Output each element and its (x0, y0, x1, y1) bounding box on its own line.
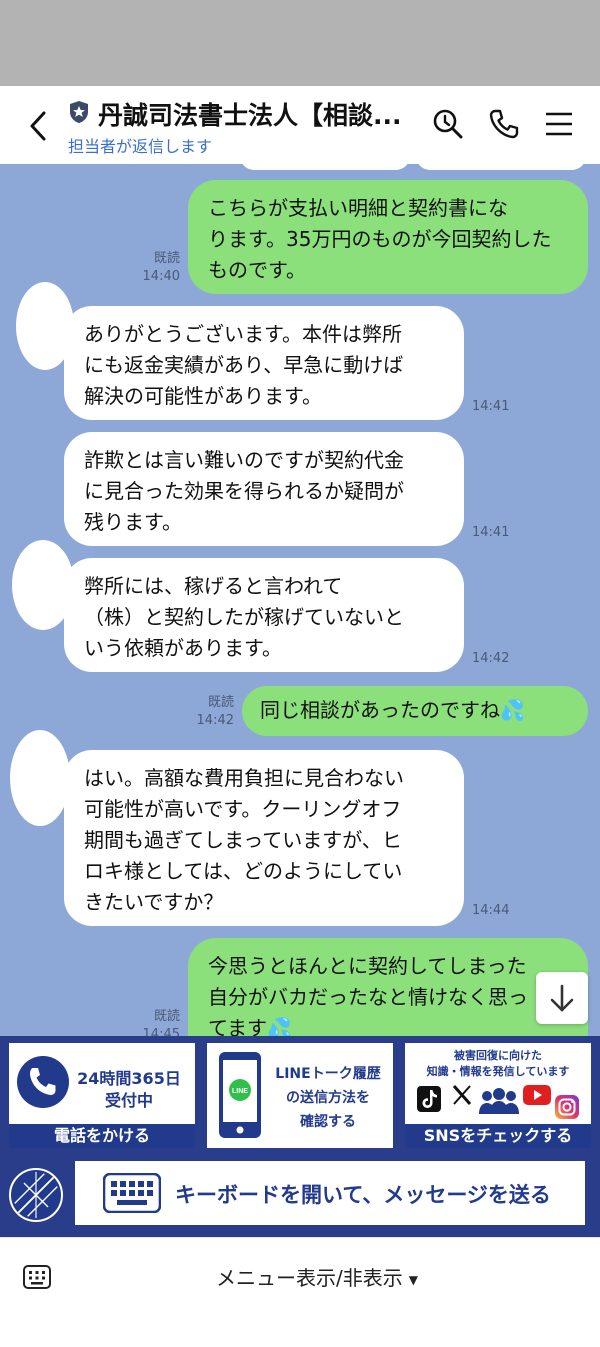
message-time: 14:42 (196, 713, 234, 728)
hamburger-menu-icon[interactable] (541, 106, 577, 142)
line-history-text: 確認する (300, 1114, 356, 1130)
message-line: こちらが支払い明細と契約書にな (208, 196, 508, 220)
bottom-bar: メニュー表示/非表示 ▼ (0, 1237, 600, 1347)
phone-call-icon[interactable] (486, 106, 522, 142)
message-line: 自分がバカだったなと情けなく思っ (208, 985, 528, 1009)
message-line: 同じ相談があったのですね💦 (260, 698, 525, 722)
message-time: 14:40 (142, 269, 180, 284)
phone-tile-hours: 24時間365日 (77, 1069, 181, 1088)
message-line: きたいですか？ (84, 890, 224, 914)
phone-badge (17, 1056, 69, 1108)
keyboard-toggle-icon[interactable] (22, 1262, 52, 1292)
menu-toggle-button[interactable]: メニュー表示/非表示 ▼ (216, 1262, 418, 1291)
message-line: ります。35万円のものが今回契約した (208, 227, 552, 251)
message-meta: 既読 14:40 (120, 250, 180, 286)
sns-button-label: SNSをチェックする (405, 1124, 591, 1148)
verified-shield-icon (70, 101, 88, 123)
message-time: 14:41 (472, 399, 510, 414)
message-line: にも返金実績があり、早急に動けば (84, 353, 404, 377)
instagram-icon (555, 1095, 579, 1119)
message-time: 14:45 (142, 1027, 180, 1036)
phone-tile-status: 受付中 (104, 1091, 153, 1110)
back-arrow-icon[interactable] (24, 108, 54, 144)
message-line: （株）と契約したが稼げていないと (84, 605, 404, 629)
message-line: ロキ様としては、どのようにしてい (84, 859, 403, 883)
community-icon (479, 1088, 519, 1114)
phone-icon (30, 1068, 56, 1095)
line-app-label: LINE (232, 1088, 248, 1095)
sns-tile[interactable]: 被害回復に向けた 知識・情報を発信しています SNSをチェックする (405, 1043, 591, 1148)
incoming-message[interactable]: はい。高額な費用負担に見合わない 可能性が高いです。クーリングオフ 期間も過ぎて… (64, 750, 464, 926)
phone-call-tile[interactable]: 24時間365日 受付中 電話をかける (9, 1043, 195, 1148)
incoming-message[interactable]: 弊所には、稼げると言われて （株）と契約したが稼げていないと いう依頼があります… (64, 558, 464, 672)
chat-area[interactable]: こちらが支払い明細と契約書にな ります。35万円のものが今回契約した ものです。… (0, 164, 600, 1036)
read-receipt: 既読 (153, 251, 180, 266)
message-line: 今思うとほんとに契約してしまった (208, 954, 527, 978)
sender-avatar[interactable] (10, 730, 70, 826)
chat-title[interactable]: 丹誠司法書士法人【相談... (98, 96, 418, 132)
message-line: 残ります。 (84, 510, 182, 534)
menu-toggle-label: メニュー表示/非表示 (216, 1266, 403, 1290)
search-icon[interactable] (430, 106, 466, 142)
x-icon (452, 1085, 472, 1105)
message-line: 弊所には、稼げると言われて (84, 574, 343, 598)
message-meta: 既読 14:42 (176, 694, 234, 730)
message-line: いう依頼があります。 (84, 636, 282, 660)
youtube-icon (523, 1085, 551, 1105)
brand-logo[interactable] (9, 1168, 63, 1222)
message-line: に見合った効果を得られるか疑問が (84, 479, 404, 503)
message-line: ありがとうございます。本件は弊所 (84, 322, 402, 346)
outgoing-message[interactable]: 今思うとほんとに契約してしまった 自分がバカだったなと情けなく思っ てます💦 (188, 938, 588, 1036)
message-time: 14:44 (472, 903, 510, 918)
call-button-label: 電話をかける (9, 1124, 195, 1148)
sns-tagline: 知識・情報を発信しています (426, 1065, 570, 1078)
read-receipt: 既読 (207, 695, 234, 710)
cutoff-message-bubble (416, 164, 586, 170)
status-bar (0, 0, 600, 86)
message-time: 14:41 (472, 525, 510, 540)
line-history-tile[interactable]: LINE LINEトーク履歴 の送信方法を 確認する (207, 1043, 393, 1148)
message-line: 可能性が高いです。クーリングオフ (84, 797, 402, 821)
outgoing-message[interactable]: こちらが支払い明細と契約書にな ります。35万円のものが今回契約した ものです。 (188, 180, 588, 294)
smartphone-icon: LINE (219, 1052, 261, 1138)
scroll-to-bottom-button[interactable] (536, 972, 588, 1024)
open-keyboard-button[interactable]: キーボードを開いて、メッセージを送る (75, 1161, 585, 1225)
line-history-title: LINEトーク履歴 (275, 1066, 381, 1082)
message-time: 14:42 (472, 651, 510, 666)
keyboard-icon (103, 1173, 161, 1213)
incoming-message[interactable]: ありがとうございます。本件は弊所 にも返金実績があり、早急に動けば 解決の可能性… (64, 306, 464, 420)
message-line: ものです。 (208, 258, 306, 282)
incoming-message[interactable]: 詐欺とは言い難いのですが契約代金 に見合った効果を得られるか疑問が 残ります。 (64, 432, 464, 546)
message-line: てます💦 (208, 1016, 292, 1036)
message-line: 期間も過ぎてしまっていますが、ヒ (84, 828, 402, 852)
message-meta: 既読 14:45 (120, 1008, 180, 1036)
outgoing-message[interactable]: 同じ相談があったのですね💦 (242, 686, 588, 736)
cutoff-message-bubble (240, 164, 410, 170)
brand-logo-icon (14, 1171, 58, 1219)
caret-down-icon: ▼ (408, 1272, 418, 1287)
message-line: はい。高額な費用負担に見合わない (84, 766, 404, 790)
chat-header: 丹誠司法書士法人【相談... 担当者が返信します (0, 86, 600, 164)
arrow-down-icon (550, 984, 574, 1012)
chat-subtitle: 担当者が返信します (68, 137, 213, 156)
tiktok-icon (417, 1086, 441, 1112)
message-line: 詐欺とは言い難いのですが契約代金 (84, 448, 404, 472)
rich-menu: 24時間365日 受付中 電話をかける LINE LINEトーク履歴 の送信方法… (0, 1036, 600, 1237)
open-keyboard-label: キーボードを開いて、メッセージを送る (175, 1183, 551, 1207)
message-line: 解決の可能性があります。 (84, 384, 322, 408)
sns-tagline: 被害回復に向けた (454, 1049, 542, 1062)
line-history-text: の送信方法を (286, 1090, 370, 1106)
read-receipt: 既読 (153, 1009, 180, 1024)
